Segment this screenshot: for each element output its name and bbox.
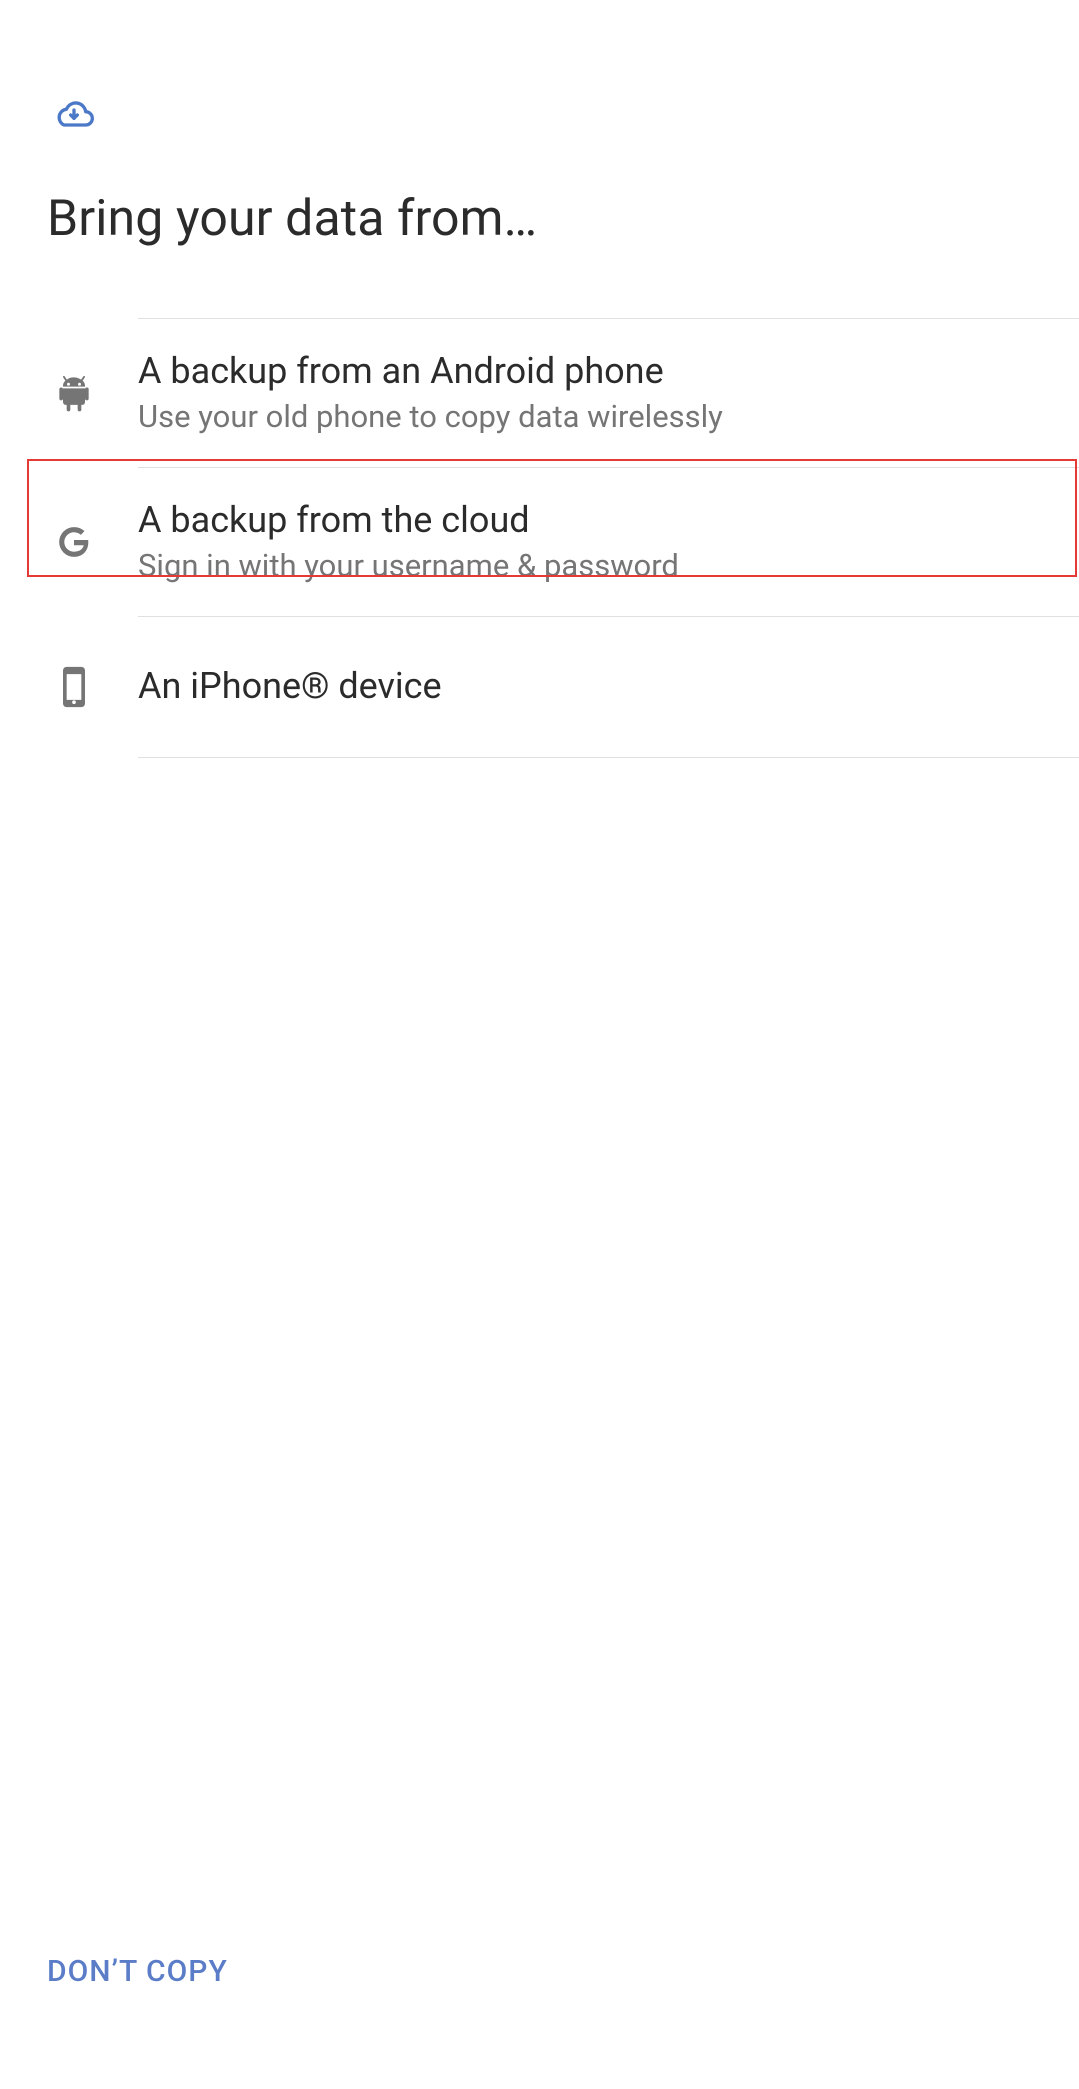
- option-android-backup[interactable]: A backup from an Android phone Use your …: [138, 318, 1079, 467]
- option-title: An iPhone® device: [138, 664, 442, 709]
- option-subtitle: Use your old phone to copy data wireless…: [138, 398, 723, 437]
- dont-copy-button[interactable]: DON’T COPY: [47, 1954, 228, 1989]
- option-title: A backup from the cloud: [138, 498, 679, 543]
- iphone-icon: [50, 663, 98, 711]
- option-iphone[interactable]: An iPhone® device: [138, 616, 1079, 758]
- android-icon: [50, 369, 98, 417]
- restore-options-list: A backup from an Android phone Use your …: [0, 318, 1079, 758]
- google-g-icon: [50, 518, 98, 566]
- option-title: A backup from an Android phone: [138, 349, 723, 394]
- option-subtitle: Sign in with your username & password: [138, 547, 679, 586]
- option-cloud-backup[interactable]: A backup from the cloud Sign in with you…: [138, 467, 1079, 616]
- page-title: Bring your data from…: [47, 190, 1032, 248]
- cloud-download-icon: [47, 95, 1032, 135]
